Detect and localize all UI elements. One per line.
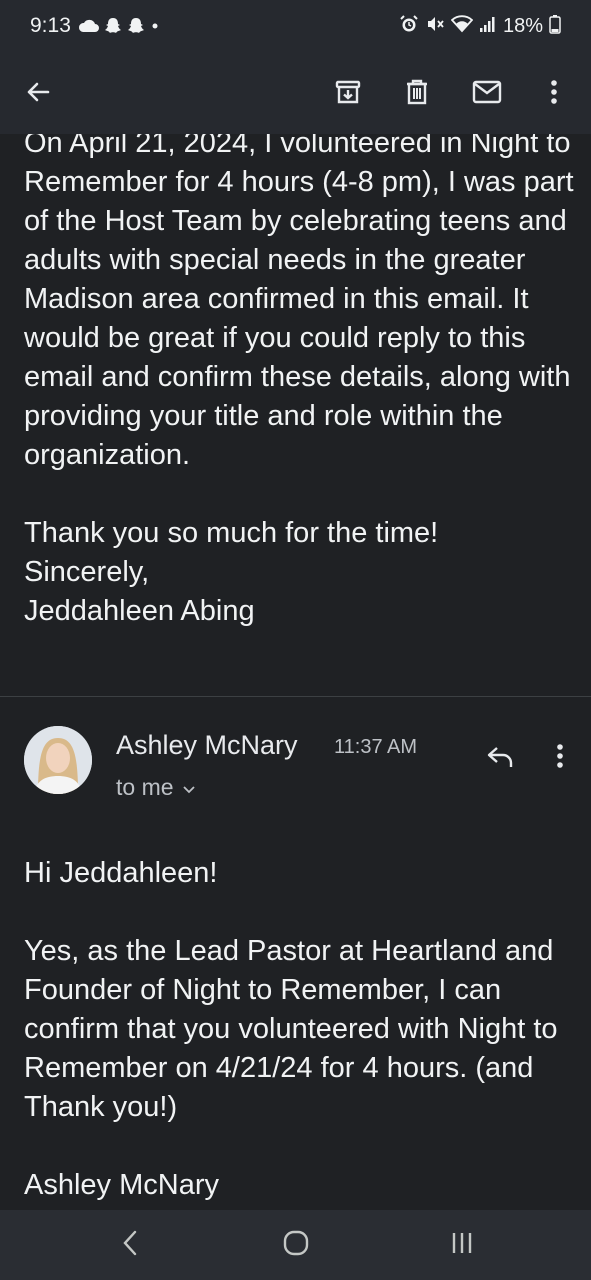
signal-icon: [479, 15, 497, 38]
snapchat-icon: [103, 16, 123, 41]
toolbar: [0, 56, 591, 134]
more-options-button[interactable]: [530, 70, 578, 118]
cloud-icon: [78, 18, 100, 39]
home-nav-icon: [283, 1230, 309, 1261]
delete-icon: [403, 78, 431, 111]
battery-icon: [549, 14, 561, 39]
snapchat-icon: [126, 16, 146, 41]
chevron-down-icon: [182, 774, 196, 801]
more-vert-icon: [550, 78, 558, 111]
nav-recents-button[interactable]: [432, 1220, 492, 1270]
mute-icon: [425, 14, 445, 39]
message-divider: [0, 696, 591, 697]
sender-name[interactable]: Ashley McNary: [116, 730, 298, 761]
alarm-icon: [399, 14, 419, 39]
recipient-label: to me: [116, 774, 174, 800]
previous-message-body: On April 21, 2024, I volunteered in Nigh…: [24, 134, 574, 627]
email-thread[interactable]: On April 21, 2024, I volunteered in Nigh…: [0, 134, 591, 1210]
notification-icons: [78, 16, 161, 40]
reply-button[interactable]: [478, 736, 522, 780]
reply-icon: [485, 743, 515, 774]
message-body: Hi Jeddahleen! Yes, as the Lead Pastor a…: [24, 857, 558, 1201]
message-more-button[interactable]: [538, 736, 582, 780]
archive-button[interactable]: [324, 70, 372, 118]
recipient-details[interactable]: to me: [116, 774, 196, 801]
system-icons: 18%: [399, 14, 561, 39]
nav-back-button[interactable]: [100, 1220, 160, 1270]
message-time: 11:37 AM: [334, 736, 418, 758]
back-button[interactable]: [14, 70, 62, 118]
recents-nav-icon: [449, 1230, 475, 1261]
back-arrow-icon: [24, 78, 52, 111]
navigation-bar: [0, 1210, 591, 1280]
wifi-icon: [450, 15, 474, 38]
back-nav-icon: [120, 1229, 140, 1262]
status-time: 9:13: [30, 14, 71, 37]
archive-icon: [334, 78, 362, 111]
battery-percent: 18%: [502, 15, 543, 37]
nav-home-button[interactable]: [266, 1220, 326, 1270]
dot-icon: [149, 19, 161, 37]
delete-button[interactable]: [393, 70, 441, 118]
status-bar: 9:13 18%: [0, 0, 591, 56]
mark-unread-icon: [472, 79, 502, 110]
avatar[interactable]: [24, 726, 92, 794]
more-vert-icon: [556, 742, 564, 775]
mark-unread-button[interactable]: [463, 70, 511, 118]
